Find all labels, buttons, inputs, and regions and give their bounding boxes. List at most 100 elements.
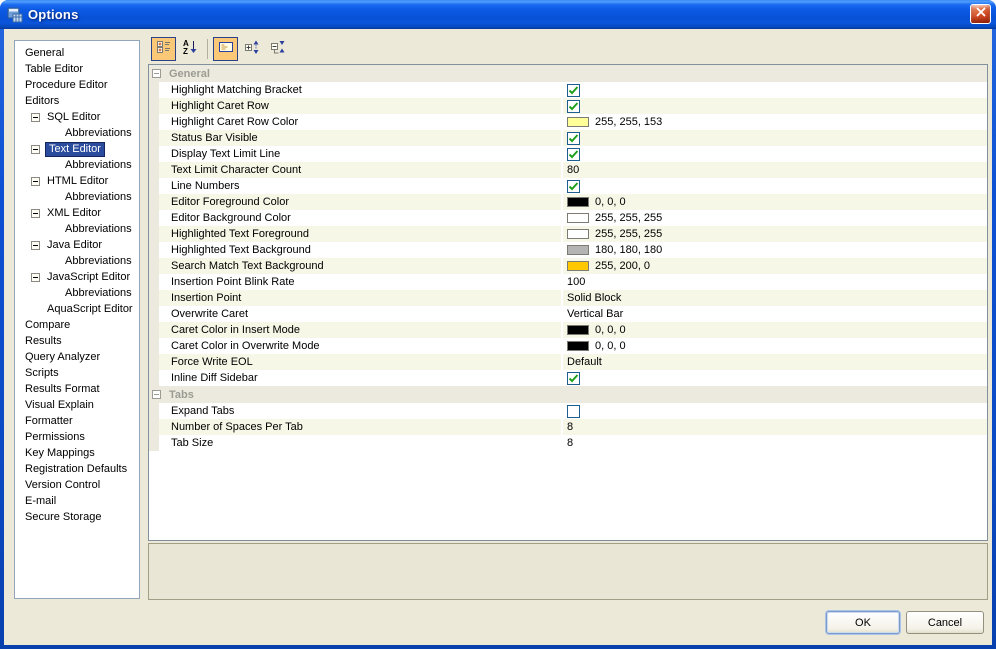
color-swatch[interactable] — [567, 117, 589, 127]
property-row-display-text-limit-line[interactable]: Display Text Limit Line — [149, 146, 987, 162]
color-swatch[interactable] — [567, 245, 589, 255]
tree-item-table-editor[interactable]: Table Editor — [15, 61, 139, 77]
tree-item-permissions[interactable]: Permissions — [15, 429, 139, 445]
property-row-status-bar-visible[interactable]: Status Bar Visible — [149, 130, 987, 146]
tree-item-abbreviations[interactable]: Abbreviations — [15, 125, 139, 141]
property-row-highlight-caret-row[interactable]: Highlight Caret Row — [149, 98, 987, 114]
property-value[interactable]: Vertical Bar — [563, 306, 987, 322]
tree-item-key-mappings[interactable]: Key Mappings — [15, 445, 139, 461]
section-collapse-icon[interactable] — [152, 390, 161, 399]
property-value[interactable]: Solid Block — [563, 290, 987, 306]
property-row-highlight-matching-bracket[interactable]: Highlight Matching Bracket — [149, 82, 987, 98]
property-row-highlight-caret-row-color[interactable]: Highlight Caret Row Color 255, 255, 153 — [149, 114, 987, 130]
property-row-insertion-point[interactable]: Insertion Point Solid Block — [149, 290, 987, 306]
property-value[interactable] — [563, 83, 987, 97]
color-swatch[interactable] — [567, 325, 589, 335]
property-value[interactable] — [563, 147, 987, 161]
property-value[interactable] — [563, 404, 987, 418]
property-row-insertion-point-blink-rate[interactable]: Insertion Point Blink Rate 100 — [149, 274, 987, 290]
property-value[interactable] — [563, 99, 987, 113]
section-collapse-icon[interactable] — [152, 69, 161, 78]
checkbox-checked[interactable] — [567, 371, 580, 385]
tree-item-formatter[interactable]: Formatter — [15, 413, 139, 429]
tree-item-abbreviations[interactable]: Abbreviations — [15, 253, 139, 269]
property-value[interactable]: 100 — [563, 274, 987, 290]
collapse-toggle-icon[interactable] — [31, 144, 40, 154]
tree-item-procedure-editor[interactable]: Procedure Editor — [15, 77, 139, 93]
tree-item-query-analyzer[interactable]: Query Analyzer — [15, 349, 139, 365]
section-header-general[interactable]: General — [149, 65, 987, 82]
tree-item-sql-editor[interactable]: SQL Editor — [15, 109, 139, 125]
property-row-editor-background-color[interactable]: Editor Background Color 255, 255, 255 — [149, 210, 987, 226]
property-row-tab-size[interactable]: Tab Size 8 — [149, 435, 987, 451]
tree-item-editors[interactable]: Editors — [15, 93, 139, 109]
color-swatch[interactable] — [567, 341, 589, 351]
expand-all-button[interactable] — [239, 37, 264, 61]
tree-item-compare[interactable]: Compare — [15, 317, 139, 333]
property-value[interactable]: 180, 180, 180 — [563, 242, 987, 258]
tree-item-e-mail[interactable]: E-mail — [15, 493, 139, 509]
tree-item-text-editor[interactable]: Text Editor — [15, 141, 139, 157]
tree-item-aquascript-editor[interactable]: AquaScript Editor — [15, 301, 139, 317]
checkbox-checked[interactable] — [567, 99, 580, 113]
property-row-editor-foreground-color[interactable]: Editor Foreground Color 0, 0, 0 — [149, 194, 987, 210]
property-value[interactable]: 8 — [563, 435, 987, 451]
property-row-inline-diff-sidebar[interactable]: Inline Diff Sidebar — [149, 370, 987, 386]
property-value[interactable] — [563, 179, 987, 193]
property-row-caret-color-in-overwrite-mode[interactable]: Caret Color in Overwrite Mode 0, 0, 0 — [149, 338, 987, 354]
categorized-view-button[interactable] — [151, 37, 176, 61]
property-value[interactable]: 255, 255, 153 — [563, 114, 987, 130]
collapse-toggle-icon[interactable] — [31, 208, 40, 218]
tree-item-abbreviations[interactable]: Abbreviations — [15, 189, 139, 205]
property-row-line-numbers[interactable]: Line Numbers — [149, 178, 987, 194]
property-value[interactable]: 0, 0, 0 — [563, 322, 987, 338]
property-value[interactable]: 255, 255, 255 — [563, 210, 987, 226]
collapse-toggle-icon[interactable] — [31, 272, 40, 282]
tree-item-secure-storage[interactable]: Secure Storage — [15, 509, 139, 525]
property-value[interactable]: 8 — [563, 419, 987, 435]
property-row-overwrite-caret[interactable]: Overwrite Caret Vertical Bar — [149, 306, 987, 322]
tree-item-abbreviations[interactable]: Abbreviations — [15, 285, 139, 301]
tree-item-abbreviations[interactable]: Abbreviations — [15, 221, 139, 237]
checkbox-unchecked[interactable] — [567, 404, 580, 418]
property-row-force-write-eol[interactable]: Force Write EOL Default — [149, 354, 987, 370]
checkbox-checked[interactable] — [567, 131, 580, 145]
close-button[interactable] — [970, 4, 991, 24]
collapse-toggle-icon[interactable] — [31, 176, 40, 186]
sort-alphabetical-button[interactable]: AZ — [177, 37, 202, 61]
tree-item-xml-editor[interactable]: XML Editor — [15, 205, 139, 221]
show-description-button[interactable] — [213, 37, 238, 61]
color-swatch[interactable] — [567, 261, 589, 271]
property-row-expand-tabs[interactable]: Expand Tabs — [149, 403, 987, 419]
property-value[interactable]: 255, 200, 0 — [563, 258, 987, 274]
tree-item-results-format[interactable]: Results Format — [15, 381, 139, 397]
color-swatch[interactable] — [567, 197, 589, 207]
cancel-button[interactable]: Cancel — [906, 611, 984, 634]
property-row-number-of-spaces-per-tab[interactable]: Number of Spaces Per Tab 8 — [149, 419, 987, 435]
tree-item-visual-explain[interactable]: Visual Explain — [15, 397, 139, 413]
tree-item-java-editor[interactable]: Java Editor — [15, 237, 139, 253]
checkbox-checked[interactable] — [567, 83, 580, 97]
property-value[interactable] — [563, 131, 987, 145]
color-swatch[interactable] — [567, 229, 589, 239]
property-value[interactable]: Default — [563, 354, 987, 370]
tree-item-general[interactable]: General — [15, 45, 139, 61]
property-row-text-limit-character-count[interactable]: Text Limit Character Count 80 — [149, 162, 987, 178]
color-swatch[interactable] — [567, 213, 589, 223]
property-row-caret-color-in-insert-mode[interactable]: Caret Color in Insert Mode 0, 0, 0 — [149, 322, 987, 338]
collapse-toggle-icon[interactable] — [31, 240, 40, 250]
property-value[interactable]: 255, 255, 255 — [563, 226, 987, 242]
property-value[interactable]: 80 — [563, 162, 987, 178]
checkbox-checked[interactable] — [567, 147, 580, 161]
tree-item-scripts[interactable]: Scripts — [15, 365, 139, 381]
checkbox-checked[interactable] — [567, 179, 580, 193]
tree-item-registration-defaults[interactable]: Registration Defaults — [15, 461, 139, 477]
property-row-highlighted-text-foreground[interactable]: Highlighted Text Foreground 255, 255, 255 — [149, 226, 987, 242]
property-row-search-match-text-background[interactable]: Search Match Text Background 255, 200, 0 — [149, 258, 987, 274]
property-value[interactable]: 0, 0, 0 — [563, 338, 987, 354]
tree-item-abbreviations[interactable]: Abbreviations — [15, 157, 139, 173]
property-value[interactable] — [563, 371, 987, 385]
tree-item-javascript-editor[interactable]: JavaScript Editor — [15, 269, 139, 285]
collapse-toggle-icon[interactable] — [31, 112, 40, 122]
ok-button[interactable]: OK — [826, 611, 900, 634]
